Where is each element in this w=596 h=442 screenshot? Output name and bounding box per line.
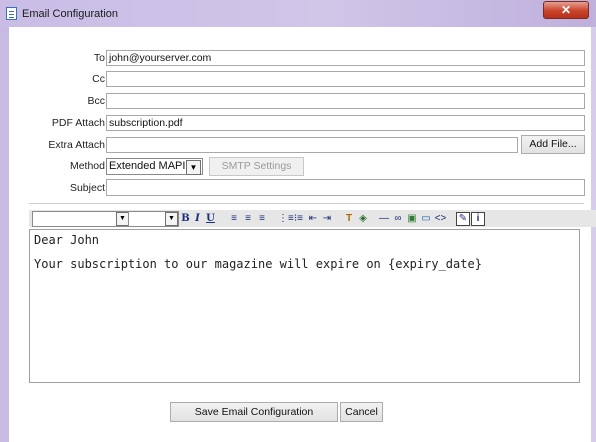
save-configuration-button[interactable]: Save Email Configuration (170, 402, 338, 422)
close-button[interactable]: ✕ (543, 1, 589, 19)
bullet-list-icon[interactable]: ⁝≡ (292, 210, 305, 227)
font-family-select[interactable]: ▼ (32, 211, 130, 227)
align-center-icon[interactable]: ≡ (242, 210, 254, 227)
subject-field[interactable] (106, 179, 585, 196)
table-icon[interactable]: ▭ (420, 210, 432, 227)
edit-icon[interactable]: ✎ (456, 212, 470, 226)
close-icon: ✕ (560, 3, 572, 17)
font-size-select[interactable]: ▼ (128, 211, 179, 227)
indent-icon[interactable]: ⇥ (321, 210, 333, 227)
bold-icon[interactable]: B (180, 210, 191, 227)
underline-icon[interactable]: U (205, 210, 216, 227)
smtp-settings-button[interactable]: SMTP Settings (209, 157, 304, 176)
add-file-button[interactable]: Add File... (521, 135, 585, 154)
divider (29, 203, 584, 204)
cancel-button[interactable]: Cancel (340, 402, 383, 422)
window-title: Email Configuration (22, 8, 118, 20)
image-icon[interactable]: ▣ (406, 210, 418, 227)
text-color-icon[interactable]: T (343, 210, 355, 227)
align-right-icon[interactable]: ≡ (256, 210, 268, 227)
ordered-list-icon[interactable]: ⋮≡ (278, 210, 294, 227)
highlight-icon[interactable]: ◈ (357, 210, 369, 227)
message-editor[interactable]: Dear John Your subscription to our magaz… (29, 229, 580, 383)
method-select[interactable]: Extended MAPI ▼ (106, 158, 203, 175)
document-icon (6, 7, 17, 20)
bcc-label: Bcc (87, 95, 105, 107)
to-label: To (93, 52, 105, 64)
method-label: Method (69, 160, 105, 172)
window-frame-right (591, 27, 596, 442)
chevron-down-icon: ▼ (186, 160, 201, 175)
outdent-icon[interactable]: ⇤ (307, 210, 319, 227)
link-icon[interactable]: ∞ (392, 210, 404, 227)
pdf-attach-field[interactable]: subscription.pdf (106, 115, 585, 131)
info-icon[interactable]: i (471, 212, 485, 226)
method-selected-value: Extended MAPI (109, 160, 186, 172)
horizontal-rule-icon[interactable]: — (378, 210, 390, 227)
cc-label: Cc (92, 73, 105, 85)
editor-line: Dear John (34, 233, 100, 247)
to-field[interactable]: john@yourserver.com (106, 50, 585, 66)
source-code-icon[interactable]: <> (434, 210, 447, 227)
formatting-toolbar: ▼ ▼ B I U ≡ ≡ ≡ ⋮≡ ⁝≡ ⇤ ⇥ T ◈ — ∞ ▣ ▭ <>… (29, 210, 596, 227)
italic-icon[interactable]: I (192, 210, 203, 227)
bcc-field[interactable] (106, 93, 585, 109)
chevron-down-icon: ▼ (165, 212, 178, 226)
editor-line: Your subscription to our magazine will e… (34, 257, 482, 271)
align-left-icon[interactable]: ≡ (228, 210, 240, 227)
window-frame-left (0, 27, 9, 442)
cc-field[interactable] (106, 71, 585, 87)
extra-attach-label: Extra Attach (48, 139, 105, 151)
extra-attach-field[interactable] (106, 137, 518, 153)
subject-label: Subject (69, 182, 105, 194)
pdf-attach-label: PDF Attach (51, 117, 105, 129)
